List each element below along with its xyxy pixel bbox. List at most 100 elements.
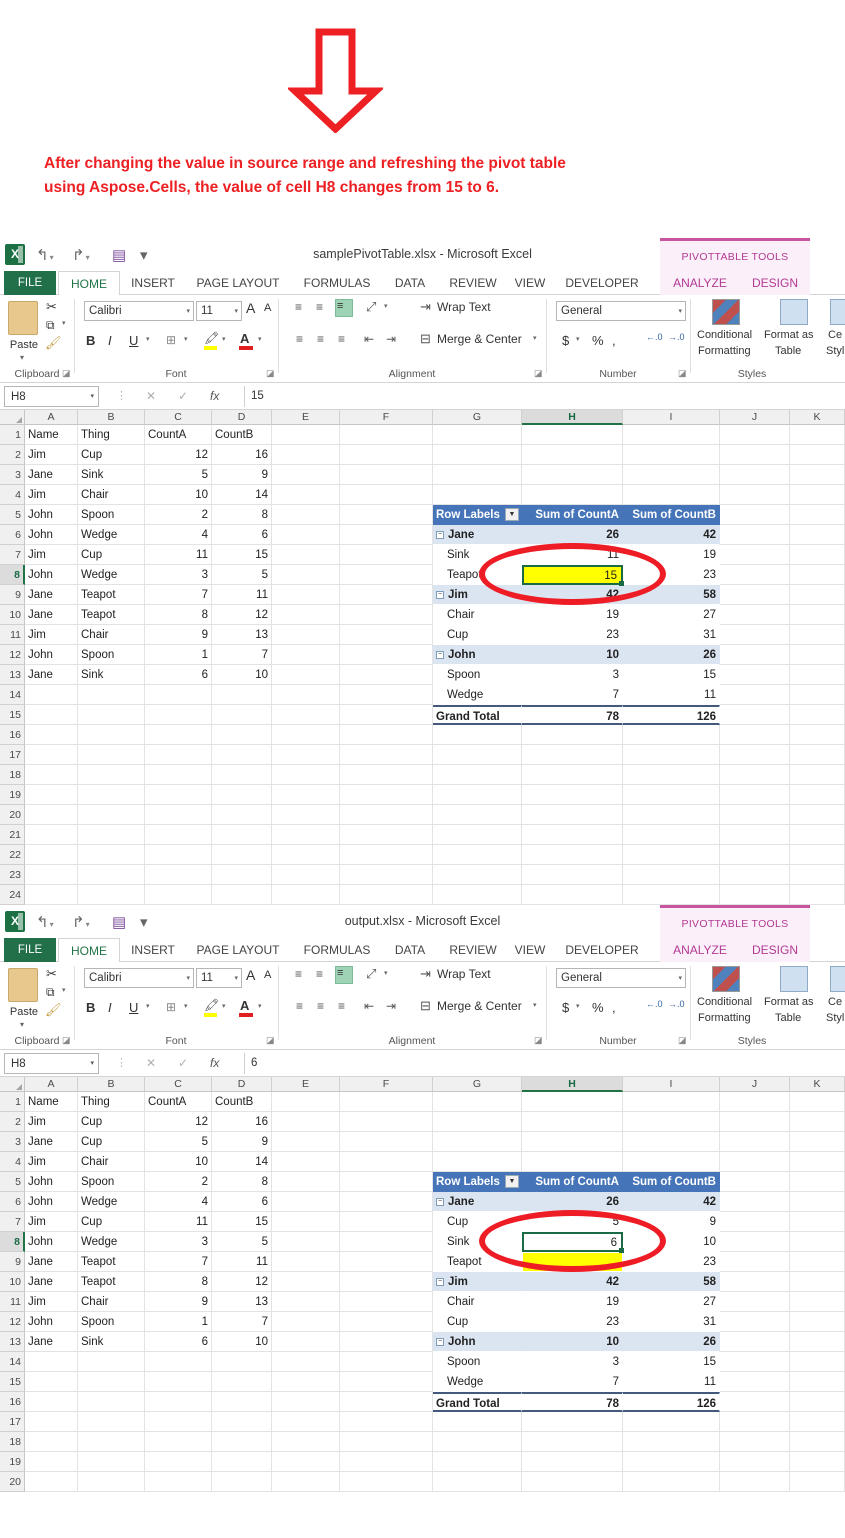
cell-E20[interactable] [272,805,340,825]
pivot-value-a-0[interactable]: 26 [522,1192,623,1212]
cell-I19[interactable] [623,785,720,805]
cell-G2[interactable] [433,1112,522,1132]
cell-K4[interactable] [790,1152,845,1172]
cell-I22[interactable] [623,845,720,865]
tab-file[interactable]: FILE [4,271,56,295]
source-cell-r7-c3[interactable]: 15 [212,545,272,565]
cell-F17[interactable] [340,1412,433,1432]
cell-F1[interactable] [340,1092,433,1112]
cell-A19[interactable] [25,785,78,805]
row-header-24[interactable]: 24 [0,885,25,905]
row-header-19[interactable]: 19 [0,1452,25,1472]
cell-K21[interactable] [790,825,845,845]
pivot-value-b-7[interactable]: 26 [623,1332,720,1352]
cell-F6[interactable] [340,1192,433,1212]
cell-I16[interactable] [623,725,720,745]
cell-J3[interactable] [720,1132,790,1152]
cell-D16[interactable] [212,1392,272,1412]
align-top-1-icon[interactable]: ≡ [316,967,323,981]
format-as-table-button[interactable]: Format as [764,329,814,341]
cell-D18[interactable] [212,765,272,785]
font-color-swatch[interactable] [239,1013,253,1017]
cell-F16[interactable] [340,725,433,745]
source-cell-r5-c1[interactable]: Spoon [78,1172,145,1192]
cell-J9[interactable] [720,585,790,605]
cell-I4[interactable] [623,485,720,505]
cell-H20[interactable] [522,1472,623,1492]
cell-E14[interactable] [272,685,340,705]
pivot-header-1[interactable]: Sum of CountA [522,505,623,525]
cell-A22[interactable] [25,845,78,865]
source-cell-r8-c0[interactable]: John [25,1232,78,1252]
row-header-9[interactable]: 9 [0,585,25,605]
cell-K16[interactable] [790,725,845,745]
pivot-row-label-4[interactable]: Chair [433,605,522,625]
cell-J12[interactable] [720,645,790,665]
cell-J10[interactable] [720,605,790,625]
cell-E1[interactable] [272,425,340,445]
cell-J1[interactable] [720,1092,790,1112]
pivot-row-label-9[interactable]: Wedge [433,1372,522,1392]
cell-F5[interactable] [340,505,433,525]
cell-A17[interactable] [25,745,78,765]
name-box[interactable]: H8▾ [4,386,99,407]
tab-view[interactable]: VIEW [508,938,552,962]
cell-H19[interactable] [522,1452,623,1472]
cell-D17[interactable] [212,745,272,765]
source-header-1[interactable]: Thing [78,425,145,445]
alignment-dialog-launcher[interactable]: ◪ [534,1035,543,1046]
merge-center-icon[interactable]: ⊟ [420,331,431,347]
cell-J8[interactable] [720,565,790,585]
cell-J13[interactable] [720,1332,790,1352]
wrap-text-button[interactable]: Wrap Text [437,300,491,314]
format-as-table-button-2[interactable]: Table [775,345,801,357]
cell-F4[interactable] [340,485,433,505]
alignment-dialog-launcher[interactable]: ◪ [534,368,543,379]
pivot-row-label-7[interactable]: Spoon [433,665,522,685]
number-format-select[interactable]: General▾ [556,968,686,988]
pivot-value-b-2[interactable]: 10 [623,1232,720,1252]
align-h-2-icon[interactable]: ≡ [338,999,345,1013]
cell-I3[interactable] [623,465,720,485]
wrap-text-icon[interactable]: ⇥ [420,299,431,315]
cell-B14[interactable] [78,685,145,705]
cell-I4[interactable] [623,1152,720,1172]
pivot-row-label-5[interactable]: Chair [433,1292,522,1312]
row-header-13[interactable]: 13 [0,665,25,685]
grow-font-button[interactable]: A [246,300,255,316]
cell-F18[interactable] [340,1432,433,1452]
source-cell-r12-c2[interactable]: 1 [145,645,212,665]
cell-K7[interactable] [790,545,845,565]
source-cell-r6-c1[interactable]: Wedge [78,1192,145,1212]
currency-dropdown-arrow-icon[interactable]: ▾ [576,335,580,343]
source-cell-r11-c2[interactable]: 9 [145,625,212,645]
cell-K2[interactable] [790,445,845,465]
fill-color-icon[interactable]: 🖍 [204,998,219,1012]
cell-F13[interactable] [340,665,433,685]
cell-C19[interactable] [145,1452,212,1472]
cell-F15[interactable] [340,705,433,725]
source-cell-r6-c3[interactable]: 6 [212,1192,272,1212]
row-header-18[interactable]: 18 [0,765,25,785]
comma-button[interactable]: , [612,333,616,348]
source-cell-r10-c0[interactable]: Jane [25,605,78,625]
source-cell-r8-c3[interactable]: 5 [212,565,272,585]
font-size-input[interactable]: 11▾ [196,968,242,988]
cell-G23[interactable] [433,865,522,885]
cell-K19[interactable] [790,1452,845,1472]
column-header-B[interactable]: B [78,1077,145,1092]
scissors-icon[interactable]: ✂ [46,299,57,315]
conditional-formatting-icon[interactable] [712,299,740,325]
cell-E12[interactable] [272,645,340,665]
cell-F2[interactable] [340,445,433,465]
number-dialog-launcher[interactable]: ◪ [678,1035,687,1046]
selected-cell-h8[interactable]: 15 [522,565,623,585]
cell-C14[interactable] [145,1352,212,1372]
pivot-value-b-0[interactable]: 42 [623,1192,720,1212]
cell-E9[interactable] [272,1252,340,1272]
source-cell-r7-c0[interactable]: Jim [25,1212,78,1232]
source-cell-r11-c1[interactable]: Chair [78,1292,145,1312]
number-format-dropdown-arrow-icon[interactable]: ▾ [678,302,682,321]
format-painter-icon[interactable]: 🖌 [45,1002,62,1018]
column-header-A[interactable]: A [25,410,78,425]
